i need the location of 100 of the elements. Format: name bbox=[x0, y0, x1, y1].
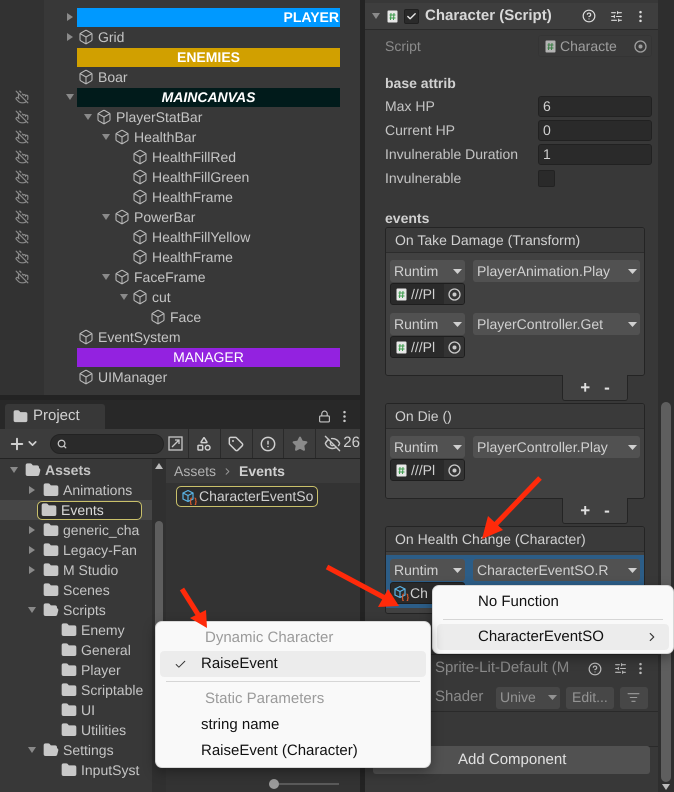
folder-item[interactable]: Player bbox=[58, 660, 129, 680]
event-listener[interactable]: Runtim PlayerController.Play ///Pl bbox=[386, 432, 644, 485]
hierarchy-item[interactable]: HealthFrame bbox=[152, 246, 233, 268]
hierarchy-item[interactable]: cut bbox=[152, 286, 171, 308]
collapsed-arrow-icon[interactable] bbox=[65, 32, 75, 42]
function-dropdown[interactable]: PlayerController.Play bbox=[473, 436, 640, 458]
remove-listener-button[interactable]: - bbox=[604, 498, 610, 524]
collapsed-arrow-icon[interactable] bbox=[27, 565, 37, 575]
help-icon[interactable] bbox=[582, 9, 596, 23]
folder-item[interactable]: Scriptable bbox=[58, 680, 152, 700]
caret-icon bbox=[453, 444, 462, 450]
folder-item[interactable]: Settings bbox=[40, 740, 122, 760]
menu-item[interactable]: RaiseEvent bbox=[160, 651, 426, 677]
folder-item[interactable]: Utilities bbox=[58, 720, 134, 740]
expanded-arrow-icon[interactable] bbox=[101, 212, 111, 222]
folder-item[interactable]: generic_cha bbox=[40, 520, 148, 540]
hierarchy-item[interactable]: Grid bbox=[98, 26, 124, 48]
hierarchy-item[interactable]: Boar bbox=[98, 66, 128, 88]
hidden-packages-icon[interactable] bbox=[324, 435, 342, 452]
runtime-dropdown[interactable]: Runtim bbox=[390, 436, 465, 458]
folder-item[interactable]: M Studio bbox=[40, 560, 126, 580]
folder-item[interactable]: General bbox=[58, 640, 139, 660]
hierarchy-item[interactable]: HealthFillGreen bbox=[152, 166, 250, 188]
folder-item[interactable]: Scripts bbox=[40, 600, 114, 620]
folder-item[interactable]: Enemy bbox=[58, 620, 133, 640]
breadcrumb-item[interactable]: Assets bbox=[174, 460, 216, 482]
hierarchy-item[interactable]: HealthFillYellow bbox=[152, 226, 250, 248]
collapsed-arrow-icon[interactable] bbox=[65, 12, 75, 22]
expanded-arrow-icon[interactable] bbox=[101, 272, 111, 282]
hierarchy-item[interactable]: HealthFillRed bbox=[152, 146, 236, 168]
tag-icon[interactable] bbox=[228, 436, 244, 452]
expanded-arrow-icon[interactable] bbox=[27, 605, 37, 615]
zoom-slider[interactable] bbox=[269, 779, 339, 789]
number-field[interactable]: 1 bbox=[538, 144, 652, 164]
presets-icon[interactable] bbox=[614, 662, 627, 675]
expanded-arrow-icon[interactable] bbox=[371, 11, 381, 21]
presets-icon[interactable] bbox=[610, 10, 623, 22]
search-field[interactable] bbox=[50, 434, 164, 454]
expanded-arrow-icon[interactable] bbox=[27, 745, 37, 755]
runtime-dropdown[interactable]: Runtim bbox=[390, 260, 465, 282]
object-field[interactable]: ///Pl bbox=[390, 283, 465, 305]
hierarchy-item[interactable]: PlayerStatBar bbox=[116, 106, 202, 128]
collapsed-arrow-icon[interactable] bbox=[27, 545, 37, 555]
breadcrumb-item[interactable]: Events bbox=[239, 460, 285, 482]
menu-item[interactable]: string name bbox=[160, 712, 426, 738]
star-icon[interactable] bbox=[292, 436, 308, 452]
project-tab[interactable]: Project bbox=[5, 404, 105, 429]
hierarchy-item[interactable]: EventSystem bbox=[98, 326, 180, 348]
hierarchy-header[interactable]: MAINCANVAS bbox=[77, 88, 340, 106]
collapsed-arrow-icon[interactable] bbox=[27, 525, 37, 535]
folder-item[interactable]: UI bbox=[58, 700, 103, 720]
folder-item[interactable]: Events bbox=[37, 500, 142, 520]
hierarchy-item[interactable]: Face bbox=[170, 306, 202, 328]
hierarchy-item[interactable]: HealthBar bbox=[134, 126, 196, 148]
expanded-arrow-icon[interactable] bbox=[119, 292, 129, 302]
function-dropdown[interactable]: PlayerController.Get bbox=[473, 313, 640, 335]
filter-button[interactable] bbox=[620, 686, 648, 708]
expanded-arrow-icon[interactable] bbox=[9, 465, 19, 475]
slider-thumb[interactable] bbox=[269, 779, 279, 789]
object-picker-icon[interactable] bbox=[448, 464, 460, 476]
search-scope-icon[interactable] bbox=[168, 436, 184, 451]
type-filter-icon[interactable] bbox=[196, 436, 212, 452]
remove-listener-button[interactable]: - bbox=[604, 374, 610, 400]
function-dropdown[interactable]: PlayerAnimation.Play bbox=[473, 260, 640, 282]
function-dropdown[interactable]: CharacterEventSO.R bbox=[473, 559, 640, 581]
collapsed-arrow-icon[interactable] bbox=[27, 485, 37, 495]
object-picker-icon[interactable] bbox=[448, 288, 460, 300]
number-field[interactable]: 6 bbox=[538, 96, 652, 116]
hierarchy-item[interactable]: UIManager bbox=[98, 366, 168, 388]
number-field[interactable]: 0 bbox=[538, 120, 652, 140]
expanded-arrow-icon[interactable] bbox=[101, 132, 111, 142]
object-field[interactable]: ///Pl bbox=[390, 336, 465, 358]
folder-item[interactable]: Legacy-Fan bbox=[40, 540, 145, 560]
folder-item[interactable]: InputSyst bbox=[58, 760, 148, 780]
add-listener-button[interactable]: + bbox=[580, 498, 590, 524]
runtime-dropdown[interactable]: Runtim bbox=[390, 559, 465, 581]
enable-checkbox[interactable] bbox=[404, 8, 419, 24]
hierarchy-item[interactable]: HealthFrame bbox=[152, 186, 233, 208]
event-listener[interactable]: Runtim PlayerAnimation.Play ///Pl bbox=[386, 256, 644, 309]
expanded-arrow-icon[interactable] bbox=[83, 112, 93, 122]
hierarchy-item[interactable]: FaceFrame bbox=[134, 266, 206, 288]
object-field[interactable]: ///Pl bbox=[390, 459, 465, 481]
folder-item[interactable]: Animations bbox=[40, 480, 140, 500]
folder-item[interactable]: Assets bbox=[22, 460, 99, 480]
hierarchy-item[interactable]: PowerBar bbox=[134, 206, 196, 228]
scroll-up-icon[interactable] bbox=[155, 463, 163, 469]
runtime-dropdown[interactable]: Runtim bbox=[390, 313, 465, 335]
folder-item[interactable]: Scenes bbox=[40, 580, 118, 600]
scroll-down-icon[interactable] bbox=[662, 784, 670, 790]
scrollbar[interactable] bbox=[658, 0, 674, 792]
expanded-arrow-icon[interactable] bbox=[65, 92, 75, 102]
event-listener[interactable]: Runtim PlayerController.Get ///Pl bbox=[386, 309, 644, 362]
alert-icon[interactable] bbox=[260, 436, 276, 452]
lock-icon[interactable] bbox=[318, 410, 331, 423]
menu-item[interactable]: CharacterEventSO bbox=[437, 624, 669, 650]
help-icon[interactable] bbox=[588, 662, 602, 676]
asset-item[interactable]: CharacterEventSo bbox=[176, 486, 318, 507]
hierarchy-header[interactable]: MANAGER bbox=[77, 348, 340, 366]
object-picker-icon[interactable] bbox=[448, 340, 460, 354]
add-listener-button[interactable]: + bbox=[580, 374, 590, 400]
